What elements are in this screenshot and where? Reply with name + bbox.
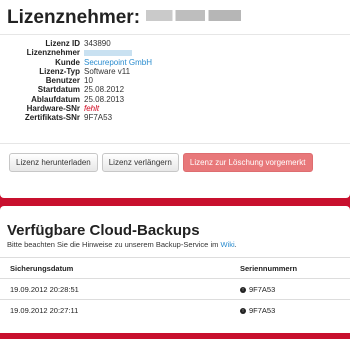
field-value: 10 xyxy=(84,76,93,86)
field-label: Benutzer xyxy=(45,76,80,86)
column-header-serials: Seriennummern xyxy=(240,257,350,279)
field-license-id: Lizenz ID 343890 xyxy=(0,39,152,48)
customer-link[interactable]: Securepoint GmbH xyxy=(84,58,152,67)
license-actions: Lizenz herunterladen Lizenz verlängern L… xyxy=(9,153,313,172)
backup-date: 19.09.2012 20:27:11 xyxy=(0,299,240,320)
table-header-row: Sicherungsdatum Seriennummern xyxy=(0,257,350,279)
field-customer: Kunde Securepoint GmbH xyxy=(0,58,152,67)
field-label: Zertifikats-SNr xyxy=(24,113,80,123)
delete-license-button[interactable]: Lizenz zur Löschung vorgemerkt xyxy=(182,153,313,172)
redacted-licensee-name xyxy=(146,10,242,21)
column-header-date: Sicherungsdatum xyxy=(0,257,240,279)
backup-date: 19.09.2012 20:28:51 xyxy=(0,278,240,300)
backup-serial-cell: ↑ 9F7A53 xyxy=(240,299,350,320)
field-label: Startdatum xyxy=(37,85,80,95)
license-panel: Lizenznehmer: Lizenz ID 343890 Lizenzneh… xyxy=(0,0,350,198)
backup-serial-cell: ↑ 9F7A53 xyxy=(240,278,350,300)
field-label: Lizenznehmer xyxy=(26,48,80,58)
backup-serial: 9F7A53 xyxy=(249,284,276,294)
field-label: Lizenz-Typ xyxy=(39,66,80,76)
cloud-icon: ↑ xyxy=(240,307,246,314)
field-value: 343890 xyxy=(84,39,111,48)
field-value-redacted xyxy=(84,48,132,57)
divider xyxy=(0,34,350,35)
backup-hint: Bitte beachten Sie die Hinweise zu unser… xyxy=(7,240,237,249)
license-title-text: Lizenznehmer: xyxy=(7,7,141,28)
field-expiry-date: Ablaufdatum 25.08.2013 xyxy=(0,95,152,104)
field-hardware-serial: Hardware-SNr fehlt xyxy=(0,104,152,113)
backup-hint-end: . xyxy=(234,240,237,249)
field-value: 9F7A53 xyxy=(84,113,113,123)
field-users: Benutzer 10 xyxy=(0,76,152,85)
cloud-icon: ↑ xyxy=(240,286,246,293)
extend-license-button[interactable]: Lizenz verlängern xyxy=(101,153,179,172)
field-value: 25.08.2012 xyxy=(84,85,125,95)
backup-serial: 9F7A53 xyxy=(249,305,276,315)
divider xyxy=(0,143,350,144)
redaction-blur xyxy=(84,50,132,57)
field-start-date: Startdatum 25.08.2012 xyxy=(0,85,152,94)
field-license-type: Lizenz-Typ Software v11 xyxy=(0,67,152,76)
missing-value: fehlt xyxy=(84,104,100,114)
field-label: Lizenz ID xyxy=(45,39,80,48)
table-row[interactable]: 19.09.2012 20:27:11 ↑ 9F7A53 xyxy=(0,299,350,320)
table-row[interactable]: 19.09.2012 20:28:51 ↑ 9F7A53 xyxy=(0,278,350,300)
cloud-backups-title: Verfügbare Cloud-Backups xyxy=(7,222,200,239)
field-licensee: Lizenznehmer xyxy=(0,48,152,57)
backup-hint-text: Bitte beachten Sie die Hinweise zu unser… xyxy=(7,240,219,249)
download-license-button[interactable]: Lizenz herunterladen xyxy=(9,153,98,172)
field-value: Software v11 xyxy=(84,66,131,76)
field-label: Hardware-SNr xyxy=(26,104,80,114)
license-info: Lizenz ID 343890 Lizenznehmer Kunde Secu… xyxy=(0,39,152,123)
field-certificate-serial: Zertifikats-SNr 9F7A53 xyxy=(0,113,152,122)
field-value: 25.08.2013 xyxy=(84,94,125,104)
backups-table: Sicherungsdatum Seriennummern 19.09.2012… xyxy=(0,257,350,320)
field-label: Kunde xyxy=(55,57,80,67)
wiki-link[interactable]: Wiki xyxy=(220,240,234,249)
field-label: Ablaufdatum xyxy=(31,94,80,104)
license-title: Lizenznehmer: xyxy=(7,7,242,29)
